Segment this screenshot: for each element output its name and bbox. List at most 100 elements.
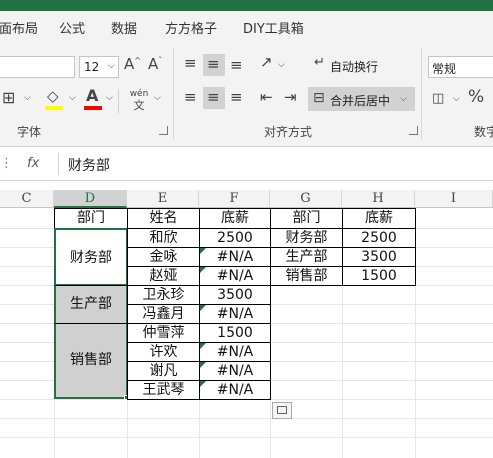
align-middle-icon[interactable]: ≡ bbox=[207, 57, 220, 72]
column-header-h[interactable]: H bbox=[342, 190, 415, 208]
font-name-box[interactable] bbox=[0, 56, 75, 78]
table-row-salary[interactable]: #N/A bbox=[199, 304, 271, 324]
table-row-salary[interactable]: 1500 bbox=[342, 266, 416, 286]
formula-input[interactable]: 财务部 bbox=[68, 155, 110, 175]
wrap-text-icon[interactable]: ↵ bbox=[314, 56, 325, 69]
table-row-dept[interactable]: 销售部 bbox=[270, 266, 343, 286]
table-row-name[interactable]: 和欣 bbox=[127, 228, 200, 248]
table-row-dept[interactable]: 财务部 bbox=[270, 228, 343, 248]
table1-header-name[interactable]: 姓名 bbox=[127, 208, 200, 229]
column-header-i[interactable]: I bbox=[415, 190, 493, 208]
formula-bar: ⋮ fx 财务部 bbox=[0, 147, 493, 181]
merged-dept-finance[interactable]: 财务部 bbox=[54, 228, 128, 286]
orientation-icon[interactable]: ↗ bbox=[260, 55, 273, 70]
merge-icon: ⊟ bbox=[313, 90, 325, 106]
table1-header-salary[interactable]: 底薪 bbox=[199, 208, 271, 229]
chevron-down-icon[interactable]: ⌵ bbox=[69, 94, 76, 103]
error-indicator-icon[interactable] bbox=[200, 305, 206, 311]
chevron-down-icon[interactable]: ⌵ bbox=[106, 94, 113, 103]
align-left-icon[interactable]: ≡ bbox=[184, 90, 197, 105]
table-row-name[interactable]: 仲雪萍 bbox=[127, 323, 200, 343]
grid-icon bbox=[277, 406, 287, 414]
table-row-dept[interactable]: 生产部 bbox=[270, 247, 343, 267]
font-dialog-launcher-icon[interactable] bbox=[159, 126, 168, 135]
table-row-salary[interactable]: #N/A bbox=[199, 380, 271, 400]
merged-dept-production[interactable]: 生产部 bbox=[54, 285, 128, 324]
chevron-down-icon: ⌵ bbox=[400, 94, 407, 104]
merged-dept-sales[interactable]: 销售部 bbox=[54, 323, 128, 399]
table-row-salary[interactable]: #N/A bbox=[199, 266, 271, 286]
number-group-label: 数字 bbox=[474, 125, 493, 139]
borders-icon[interactable]: ⊞ bbox=[2, 90, 15, 106]
accounting-format-icon[interactable]: ◫ bbox=[432, 92, 444, 105]
chevron-down-icon[interactable]: ⌵ bbox=[278, 61, 285, 70]
more-icon[interactable]: ⋮ bbox=[0, 157, 13, 170]
ribbon: 12 ⌵ A^ Aˇ ⊞ ⌵ ◇ ⌵ A ⌵ wén 文 ⌵ 字体 ≡ ≡ ≡ ↗… bbox=[0, 42, 493, 147]
table2-header-dept[interactable]: 部门 bbox=[270, 208, 343, 229]
align-right-icon[interactable]: ≡ bbox=[230, 90, 243, 105]
column-header-c[interactable]: C bbox=[0, 190, 54, 208]
table-row-name[interactable]: 许欢 bbox=[127, 342, 200, 362]
quick-analysis-icon[interactable] bbox=[272, 402, 292, 419]
chevron-down-icon[interactable]: ⌵ bbox=[24, 94, 31, 103]
chevron-down-icon[interactable]: ⌵ bbox=[453, 95, 460, 104]
error-indicator-icon[interactable] bbox=[200, 362, 206, 368]
table-row-name[interactable]: 王武琴 bbox=[127, 380, 200, 400]
number-format-value: 常规 bbox=[432, 62, 457, 76]
chevron-down-icon[interactable]: ⌵ bbox=[154, 94, 161, 103]
table-row-name[interactable]: 谢凡 bbox=[127, 361, 200, 381]
table-row-salary[interactable]: #N/A bbox=[199, 342, 271, 362]
column-header-g[interactable]: G bbox=[270, 190, 342, 208]
table1-header-dept[interactable]: 部门 bbox=[54, 208, 128, 229]
column-header-f[interactable]: F bbox=[199, 190, 270, 208]
insert-function-icon[interactable]: fx bbox=[27, 157, 39, 170]
font-color-icon[interactable]: A bbox=[86, 88, 98, 104]
group-separator bbox=[173, 48, 174, 140]
table-row-salary[interactable]: 2500 bbox=[199, 228, 271, 248]
fill-color-icon[interactable]: ◇ bbox=[47, 89, 59, 104]
title-strip bbox=[0, 0, 493, 11]
number-format-box[interactable]: 常规 bbox=[428, 56, 493, 78]
table-row-salary[interactable]: #N/A bbox=[199, 247, 271, 267]
column-header-e[interactable]: E bbox=[127, 190, 199, 208]
table-row-salary[interactable]: 1500 bbox=[199, 323, 271, 343]
tab-fangfang[interactable]: 方方格子 bbox=[165, 18, 217, 37]
wrap-text-button[interactable]: 自动换行 bbox=[330, 58, 378, 75]
percent-icon[interactable]: % bbox=[468, 89, 484, 106]
align-center-icon[interactable]: ≡ bbox=[207, 90, 220, 105]
table-row-salary[interactable]: #N/A bbox=[199, 361, 271, 381]
table-row-name[interactable]: 卫永珍 bbox=[127, 285, 200, 305]
error-indicator-icon[interactable] bbox=[200, 381, 206, 387]
font-size-box[interactable]: 12 ⌵ bbox=[79, 56, 119, 78]
column-header-d[interactable]: D bbox=[54, 190, 127, 208]
font-size-value: 12 bbox=[84, 60, 100, 74]
merge-center-button[interactable]: ⊟ 合并后居中 ⌵ bbox=[308, 87, 415, 111]
table2-header-salary[interactable]: 底薪 bbox=[342, 208, 416, 229]
alignment-dialog-launcher-icon[interactable] bbox=[409, 126, 418, 135]
tab-page-layout[interactable]: 页面布局 bbox=[0, 18, 38, 37]
error-indicator-icon[interactable] bbox=[200, 248, 206, 254]
align-bottom-icon[interactable]: ≡ bbox=[230, 58, 243, 73]
alignment-group-label: 对齐方式 bbox=[264, 125, 313, 139]
tab-data[interactable]: 数据 bbox=[111, 18, 137, 37]
table-row-salary[interactable]: 3500 bbox=[342, 247, 416, 267]
ribbon-tabbar: 页面布局 公式 数据 方方格子 DIY工具箱 bbox=[0, 11, 493, 42]
decrease-indent-icon[interactable]: ⇤ bbox=[260, 90, 273, 105]
table-row-salary[interactable]: 2500 bbox=[342, 228, 416, 248]
table-row-name[interactable]: 金咏 bbox=[127, 247, 200, 267]
phonetic-guide-icon[interactable]: wén 文 bbox=[128, 89, 150, 113]
tab-formulas[interactable]: 公式 bbox=[59, 18, 85, 37]
table-row-name[interactable]: 赵娅 bbox=[127, 266, 200, 286]
group-separator bbox=[421, 48, 422, 140]
font-group-label: 字体 bbox=[17, 125, 42, 139]
tab-diy-toolbox[interactable]: DIY工具箱 bbox=[243, 18, 304, 37]
align-top-icon[interactable]: ≡ bbox=[184, 56, 197, 71]
error-indicator-icon[interactable] bbox=[200, 267, 206, 273]
error-indicator-icon[interactable] bbox=[200, 343, 206, 349]
grow-font-icon[interactable]: A^ bbox=[124, 57, 141, 72]
shrink-font-icon[interactable]: Aˇ bbox=[148, 57, 162, 72]
increase-indent-icon[interactable]: ⇥ bbox=[284, 90, 297, 105]
fill-color-swatch bbox=[45, 106, 63, 110]
table-row-name[interactable]: 冯鑫月 bbox=[127, 304, 200, 324]
table-row-salary[interactable]: 3500 bbox=[199, 285, 271, 305]
